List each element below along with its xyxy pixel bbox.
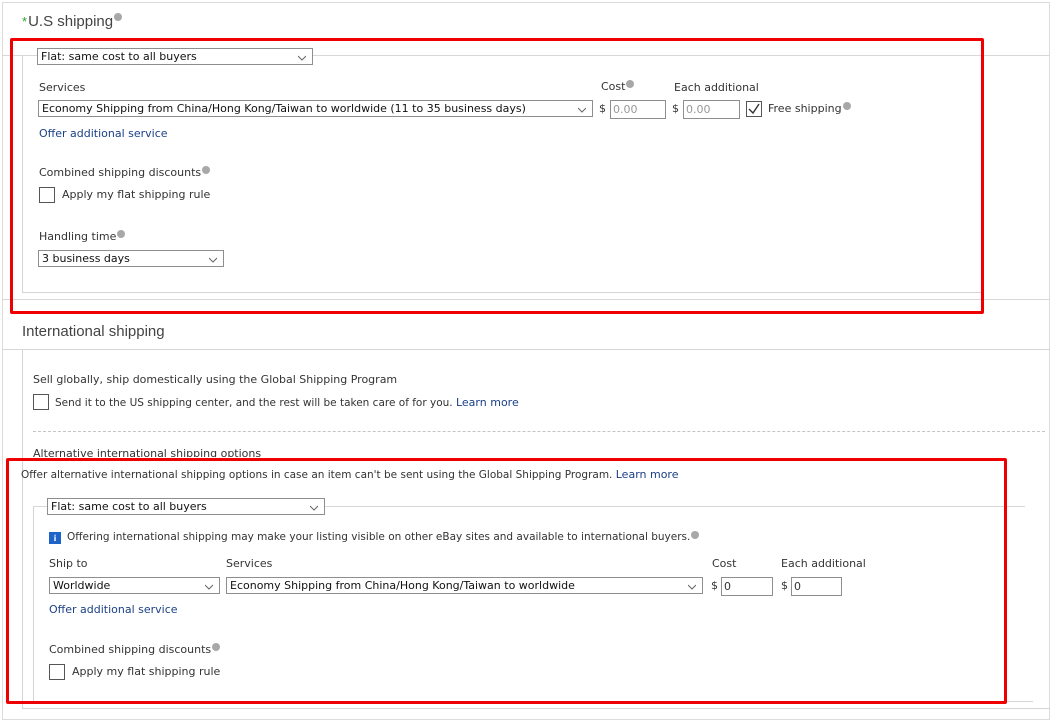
gsp-checkbox-label: Send it to the US shipping center, and t…: [55, 396, 519, 409]
dashed-divider: [33, 431, 1045, 432]
alt-options-heading: Alternative international shipping optio…: [33, 447, 262, 457]
us-shipping-highlight: [10, 38, 984, 314]
gsp-learn-more-link[interactable]: Learn more: [456, 396, 519, 409]
intl-shipping-highlight: [6, 458, 1007, 704]
required-marker: *: [22, 14, 28, 29]
gsp-checkbox[interactable]: [33, 394, 49, 410]
gsp-heading: Sell globally, ship domestically using t…: [33, 373, 398, 386]
gsp-checkbox-text: Send it to the US shipping center, and t…: [55, 397, 453, 409]
us-shipping-title: *U.S shipping: [22, 13, 123, 30]
help-icon[interactable]: [114, 13, 123, 21]
international-shipping-title: International shipping: [22, 323, 165, 340]
us-shipping-title-text: U.S shipping: [28, 13, 114, 30]
